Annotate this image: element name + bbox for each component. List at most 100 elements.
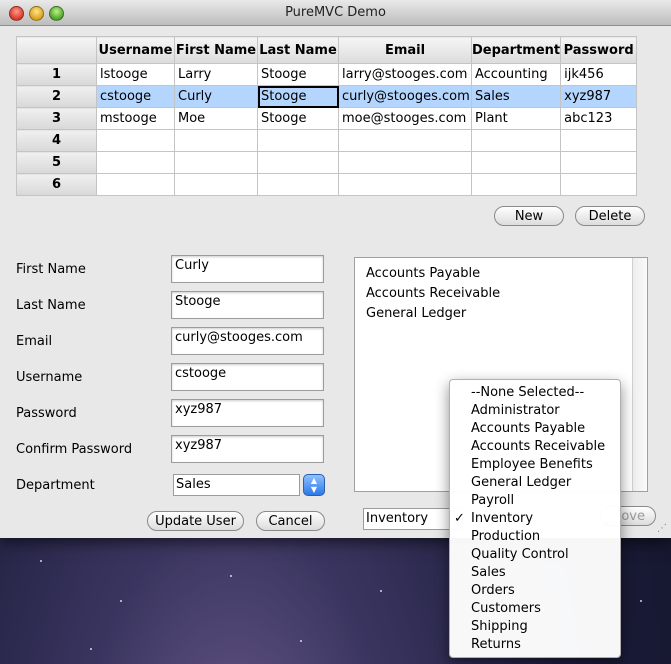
row-number[interactable]: 4 xyxy=(16,129,97,152)
cell-department[interactable] xyxy=(470,173,562,196)
menu-item[interactable]: Production xyxy=(450,528,620,546)
column-header-department[interactable]: Department xyxy=(470,36,562,64)
column-header-password[interactable]: Password xyxy=(560,36,638,64)
row-number[interactable]: 3 xyxy=(16,107,97,130)
menu-item[interactable]: Sales xyxy=(450,564,620,582)
cell-email[interactable] xyxy=(338,151,472,174)
menu-item[interactable]: Customers xyxy=(450,600,620,618)
table-row[interactable]: 3 mstooge Moe Stooge moe@stooges.com Plant abc… xyxy=(16,107,638,130)
row-number[interactable]: 6 xyxy=(16,173,97,196)
cell-first-name[interactable] xyxy=(174,129,258,152)
cancel-button[interactable]: Cancel xyxy=(256,511,325,531)
cell-department[interactable] xyxy=(470,151,562,174)
roles-list-scrollbar[interactable] xyxy=(632,258,647,491)
cell-last-name[interactable]: Stooge xyxy=(257,85,339,108)
first-name-label: First Name xyxy=(16,262,86,277)
password-label: Password xyxy=(16,406,77,421)
resize-grip-icon[interactable]: ⋰ xyxy=(657,524,667,534)
menu-item[interactable]: Accounts Payable xyxy=(450,420,620,438)
menu-item[interactable]: Quality Control xyxy=(450,546,620,564)
username-field[interactable]: cstooge xyxy=(171,363,324,391)
table-row[interactable]: 4 xyxy=(16,129,638,152)
cell-department[interactable]: Plant xyxy=(470,107,562,130)
list-item[interactable]: Accounts Receivable xyxy=(355,284,647,304)
cell-email[interactable]: curly@stooges.com xyxy=(338,85,472,108)
cell-first-name[interactable]: Curly xyxy=(174,85,258,108)
cell-password[interactable]: abc123 xyxy=(560,107,638,130)
confirm-password-label: Confirm Password xyxy=(16,442,133,457)
department-select-arrows-icon[interactable]: ▲ ▼ xyxy=(303,474,325,496)
table-row[interactable]: 6 xyxy=(16,173,638,196)
cell-password[interactable] xyxy=(560,173,638,196)
last-name-label: Last Name xyxy=(16,298,86,313)
first-name-field[interactable]: Curly xyxy=(171,255,324,283)
cell-username[interactable] xyxy=(96,129,175,152)
menu-item[interactable]: Returns xyxy=(450,636,620,654)
role-select[interactable]: Inventory xyxy=(363,508,463,530)
list-item[interactable]: Accounts Payable xyxy=(355,264,647,284)
cell-first-name[interactable]: Moe xyxy=(174,107,258,130)
cell-password[interactable] xyxy=(560,151,638,174)
cell-password[interactable] xyxy=(560,129,638,152)
cell-username[interactable] xyxy=(96,173,175,196)
cell-password[interactable]: ijk456 xyxy=(560,63,638,86)
menu-item-label: Payroll xyxy=(471,493,515,508)
cell-last-name[interactable]: Stooge xyxy=(257,107,339,130)
cell-first-name[interactable]: Larry xyxy=(174,63,258,86)
cell-first-name[interactable] xyxy=(174,151,258,174)
role-dropdown-menu: --None Selected-- Administrator Accounts P… xyxy=(449,379,621,658)
cell-email[interactable]: moe@stooges.com xyxy=(338,107,472,130)
menu-item[interactable]: Orders xyxy=(450,582,620,600)
email-field[interactable]: curly@stooges.com xyxy=(171,327,324,355)
menu-item-label: Sales xyxy=(471,565,506,580)
table-row[interactable]: 5 xyxy=(16,151,638,174)
menu-item-label: Quality Control xyxy=(471,547,569,562)
list-item[interactable]: General Ledger xyxy=(355,304,647,324)
cell-email[interactable] xyxy=(338,173,472,196)
last-name-field[interactable]: Stooge xyxy=(171,291,324,319)
update-user-button[interactable]: Update User xyxy=(147,511,244,531)
new-user-button[interactable]: New xyxy=(494,206,564,226)
menu-item-label: Employee Benefits xyxy=(471,457,593,472)
cell-department[interactable] xyxy=(470,129,562,152)
menu-item[interactable]: ✓ Inventory xyxy=(450,510,620,528)
menu-item-label: Inventory xyxy=(471,511,534,526)
menu-item[interactable]: General Ledger xyxy=(450,474,620,492)
column-header-username[interactable]: Username xyxy=(96,36,175,64)
table-row[interactable]: 1 lstooge Larry Stooge larry@stooges.com Acco… xyxy=(16,63,638,86)
cell-first-name[interactable] xyxy=(174,173,258,196)
menu-item[interactable]: Employee Benefits xyxy=(450,456,620,474)
menu-item[interactable]: Administrator xyxy=(450,402,620,420)
row-number[interactable]: 2 xyxy=(16,85,97,108)
cell-department[interactable]: Accounting xyxy=(470,63,562,86)
column-header-email[interactable]: Email xyxy=(338,36,472,64)
menu-item[interactable]: Payroll xyxy=(450,492,620,510)
table-row[interactable]: 2 cstooge Curly Stooge curly@stooges.com Sale… xyxy=(16,85,638,108)
cell-last-name[interactable] xyxy=(257,151,339,174)
menu-item[interactable]: Accounts Receivable xyxy=(450,438,620,456)
cell-last-name[interactable] xyxy=(257,173,339,196)
window-title: PureMVC Demo xyxy=(285,5,386,20)
column-header-first-name[interactable]: First Name xyxy=(174,36,258,64)
delete-user-button[interactable]: Delete xyxy=(575,206,645,226)
cell-password[interactable]: xyz987 xyxy=(560,85,638,108)
menu-item-label: Orders xyxy=(471,583,515,598)
row-number[interactable]: 5 xyxy=(16,151,97,174)
cell-email[interactable] xyxy=(338,129,472,152)
cell-username[interactable] xyxy=(96,151,175,174)
row-number[interactable]: 1 xyxy=(16,63,97,86)
cell-username[interactable]: lstooge xyxy=(96,63,175,86)
menu-item[interactable]: Shipping xyxy=(450,618,620,636)
cell-last-name[interactable] xyxy=(257,129,339,152)
cell-username[interactable]: mstooge xyxy=(96,107,175,130)
confirm-password-field[interactable]: xyz987 xyxy=(171,435,324,463)
menu-item-label: General Ledger xyxy=(471,475,572,490)
cell-username[interactable]: cstooge xyxy=(96,85,175,108)
cell-department[interactable]: Sales xyxy=(470,85,562,108)
department-select[interactable]: Sales xyxy=(173,474,300,496)
menu-item[interactable]: --None Selected-- xyxy=(450,384,620,402)
cell-email[interactable]: larry@stooges.com xyxy=(338,63,472,86)
column-header-last-name[interactable]: Last Name xyxy=(257,36,339,64)
cell-last-name[interactable]: Stooge xyxy=(257,63,339,86)
password-field[interactable]: xyz987 xyxy=(171,399,324,427)
